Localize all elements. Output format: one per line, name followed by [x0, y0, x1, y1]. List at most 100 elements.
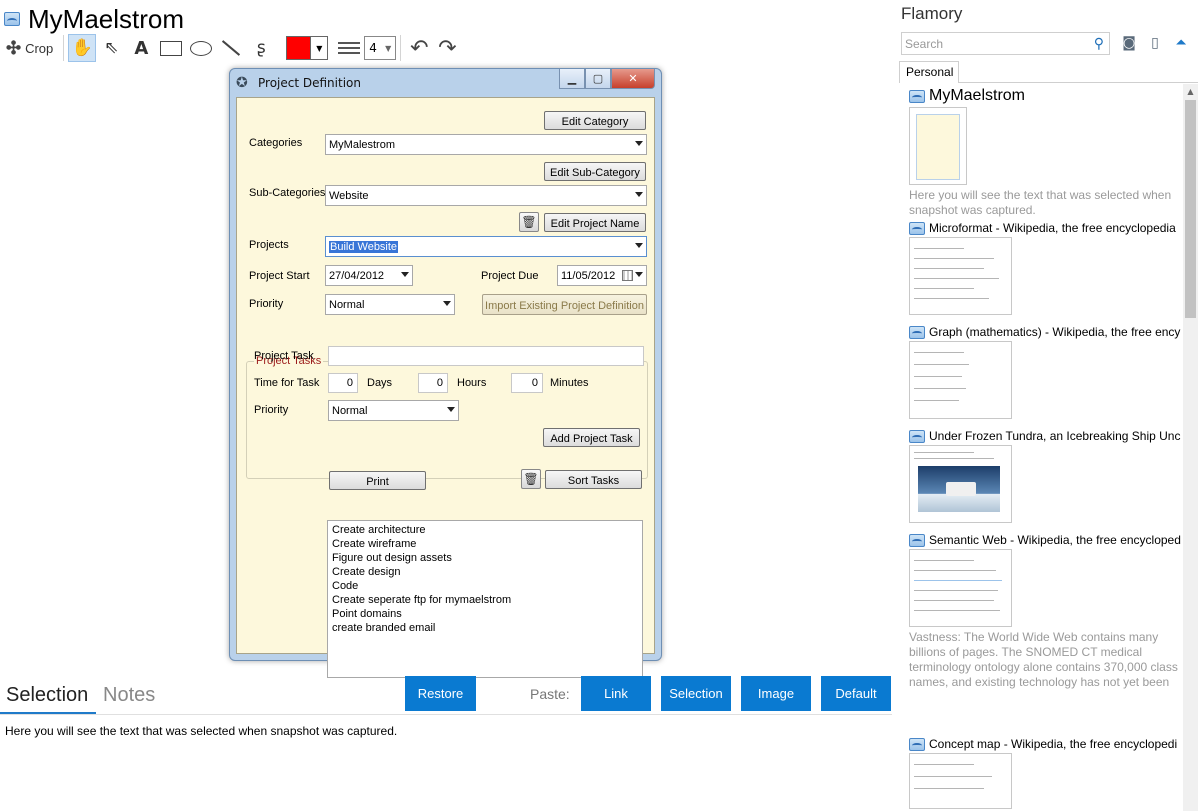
crop-button[interactable]: ✣ Crop	[4, 34, 59, 62]
task-list[interactable]: Create architecture Create wireframe Fig…	[327, 520, 643, 678]
scroll-up-icon[interactable]: ▲	[1184, 84, 1197, 98]
paste-selection-button[interactable]: Selection	[661, 676, 731, 711]
redo-button[interactable]: ↷	[433, 34, 461, 62]
minimize-button[interactable]: ▁	[559, 69, 585, 89]
edit-subcategory-button[interactable]: Edit Sub-Category	[544, 162, 646, 181]
snapshot-thumbnail[interactable]	[909, 237, 1012, 315]
edit-project-name-button[interactable]: Edit Project Name	[544, 213, 646, 232]
project-due-picker[interactable]: 11/05/2012	[557, 265, 647, 286]
list-item[interactable]: Code	[332, 579, 638, 593]
hours-input[interactable]: 0	[418, 373, 448, 393]
snapshot-header: Semantic Web - Wikipedia, the free encyc…	[909, 533, 1181, 547]
spiral-icon: ✪	[236, 74, 248, 91]
snapshot-item[interactable]: Semantic Web - Wikipedia, the free encyc…	[909, 533, 1181, 691]
line-tool-button[interactable]	[216, 34, 246, 62]
snapshot-title: Graph (mathematics) - Wikipedia, the fre…	[929, 325, 1181, 339]
crop-label: Crop	[25, 40, 54, 56]
paste-default-button[interactable]: Default	[821, 676, 891, 711]
list-item[interactable]: Create seperate ftp for mymaelstrom	[332, 593, 638, 607]
calendar-icon	[622, 270, 633, 281]
minutes-input[interactable]: 0	[511, 373, 543, 393]
print-button[interactable]: Print	[329, 471, 426, 490]
trash-icon: 🗑	[523, 472, 539, 486]
snapshot-thumbnail[interactable]	[909, 753, 1012, 809]
snapshot-item[interactable]: Concept map - Wikipedia, the free encycl…	[909, 737, 1181, 809]
tab-divider	[959, 82, 1198, 83]
trash-icon: 🗑	[521, 215, 537, 229]
snapshot-item[interactable]: Graph (mathematics) - Wikipedia, the fre…	[909, 325, 1181, 419]
add-project-task-button[interactable]: Add Project Task	[543, 428, 640, 447]
tab-personal[interactable]: Personal	[899, 61, 959, 83]
snapshot-title: Under Frozen Tundra, an Icebreaking Ship…	[929, 429, 1181, 443]
ellipse-icon	[190, 40, 213, 56]
project-start-picker[interactable]: 27/04/2012	[325, 265, 413, 286]
priority-label: Priority	[249, 298, 284, 310]
favicon-icon	[909, 429, 925, 443]
page-title: MyMaelstrom	[28, 3, 185, 34]
edit-category-button[interactable]: Edit Category	[544, 111, 646, 130]
days-label: Days	[367, 377, 393, 389]
hand-tool-button[interactable]: ✋	[68, 34, 97, 62]
paste-image-button[interactable]: Image	[741, 676, 811, 711]
favicon-icon	[909, 221, 925, 235]
categories-select[interactable]: MyMalestrom	[325, 134, 647, 155]
snapshot-thumbnail[interactable]	[909, 107, 967, 185]
delete-project-button[interactable]: 🗑	[519, 212, 539, 232]
list-item[interactable]: Figure out design assets	[332, 551, 638, 565]
tab-selection[interactable]: Selection	[6, 684, 88, 707]
maximize-button[interactable]: ▢	[585, 69, 611, 89]
list-item[interactable]: Create architecture	[332, 523, 638, 537]
window-controls: ▁ ▢ ✕	[559, 69, 655, 89]
undo-icon: ↶	[410, 35, 429, 61]
snapshot-thumbnail[interactable]	[909, 549, 1012, 627]
delete-task-button[interactable]: 🗑	[521, 469, 541, 489]
chevron-down-icon: ▼	[385, 43, 392, 53]
color-picker[interactable]: ▼	[286, 36, 329, 60]
list-item[interactable]: Create wireframe	[332, 537, 638, 551]
list-item[interactable]: create branded email	[332, 621, 638, 635]
sort-tasks-button[interactable]: Sort Tasks	[545, 470, 642, 489]
projects-label: Projects	[249, 239, 289, 251]
projects-select[interactable]: Build Website	[325, 236, 647, 257]
list-item[interactable]: Create design	[332, 565, 638, 579]
project-due-label: Project Due	[481, 270, 539, 282]
minutes-label: Minutes	[550, 377, 589, 389]
toolbar-divider	[63, 35, 65, 61]
snapshot-thumbnail[interactable]	[909, 341, 1012, 419]
paste-link-button[interactable]: Link	[581, 676, 651, 711]
freehand-tool-button[interactable]: ʂ	[246, 34, 276, 62]
project-task-input[interactable]	[328, 346, 644, 366]
undo-button[interactable]: ↶	[405, 34, 433, 62]
toolbar-divider	[400, 35, 402, 61]
document-icon[interactable]: ▯	[1146, 34, 1164, 52]
search-icon[interactable]: ⚲	[1094, 35, 1104, 52]
search-input[interactable]: Search ⚲	[901, 32, 1110, 55]
priority-select[interactable]: Normal	[325, 294, 455, 315]
line-width-icon	[338, 42, 361, 54]
chevron-down-icon	[635, 272, 643, 277]
task-priority-select[interactable]: Normal	[328, 400, 459, 421]
collapse-icon[interactable]: ⏶	[1172, 34, 1190, 52]
snapshot-item[interactable]: Microformat - Wikipedia, the free encycl…	[909, 221, 1181, 315]
close-button[interactable]: ✕	[611, 69, 655, 89]
snapshot-thumbnail[interactable]	[909, 445, 1012, 523]
select-tool-button[interactable]: ⇖	[96, 34, 126, 62]
tab-notes[interactable]: Notes	[103, 684, 155, 707]
days-input[interactable]: 0	[328, 373, 358, 393]
snapshot-header: MyMaelstrom	[909, 87, 1181, 105]
snapshot-description: Here you will see the text that was sele…	[909, 188, 1172, 217]
dialog-titlebar[interactable]: ✪ Project Definition ▁ ▢ ✕	[230, 69, 661, 96]
line-width-select[interactable]: 4 ▼	[364, 36, 397, 60]
import-project-definition-button[interactable]: Import Existing Project Definition	[482, 294, 647, 315]
snapshot-item[interactable]: Under Frozen Tundra, an Icebreaking Ship…	[909, 429, 1181, 523]
selection-text: Here you will see the text that was sele…	[5, 724, 398, 738]
ellipse-tool-button[interactable]	[186, 34, 216, 62]
rectangle-tool-button[interactable]	[156, 34, 186, 62]
restore-button[interactable]: Restore	[405, 676, 476, 711]
scrollbar-thumb[interactable]	[1185, 100, 1196, 318]
camera-icon[interactable]: ◙	[1120, 34, 1138, 52]
snapshot-item[interactable]: MyMaelstrom Here you will see the text t…	[909, 87, 1181, 218]
text-tool-button[interactable]: A	[126, 34, 156, 62]
list-item[interactable]: Point domains	[332, 607, 638, 621]
subcategories-select[interactable]: Website	[325, 185, 647, 206]
